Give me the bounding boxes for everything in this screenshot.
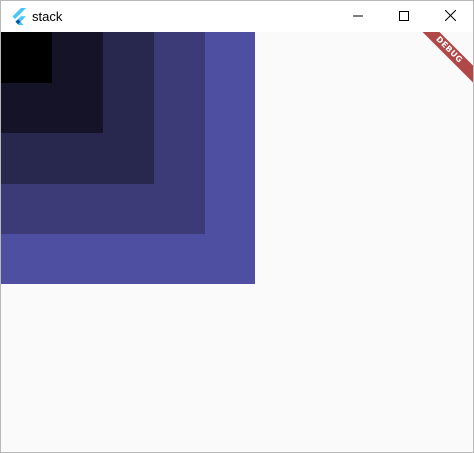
window-title: stack xyxy=(32,9,63,24)
maximize-icon xyxy=(399,8,409,26)
debug-label: DEBUG xyxy=(409,32,473,90)
debug-banner: DEBUG xyxy=(403,32,473,102)
maximize-button[interactable] xyxy=(381,1,427,32)
minimize-button[interactable] xyxy=(335,1,381,32)
app-window: stack DEBUG xyxy=(0,0,474,453)
close-icon xyxy=(444,8,456,26)
close-button[interactable] xyxy=(427,1,473,32)
app-content: DEBUG xyxy=(1,32,473,452)
minimize-icon xyxy=(353,8,363,26)
flutter-logo-icon xyxy=(11,8,27,26)
stack-square-5 xyxy=(1,32,52,83)
title-bar[interactable]: stack xyxy=(1,1,473,32)
